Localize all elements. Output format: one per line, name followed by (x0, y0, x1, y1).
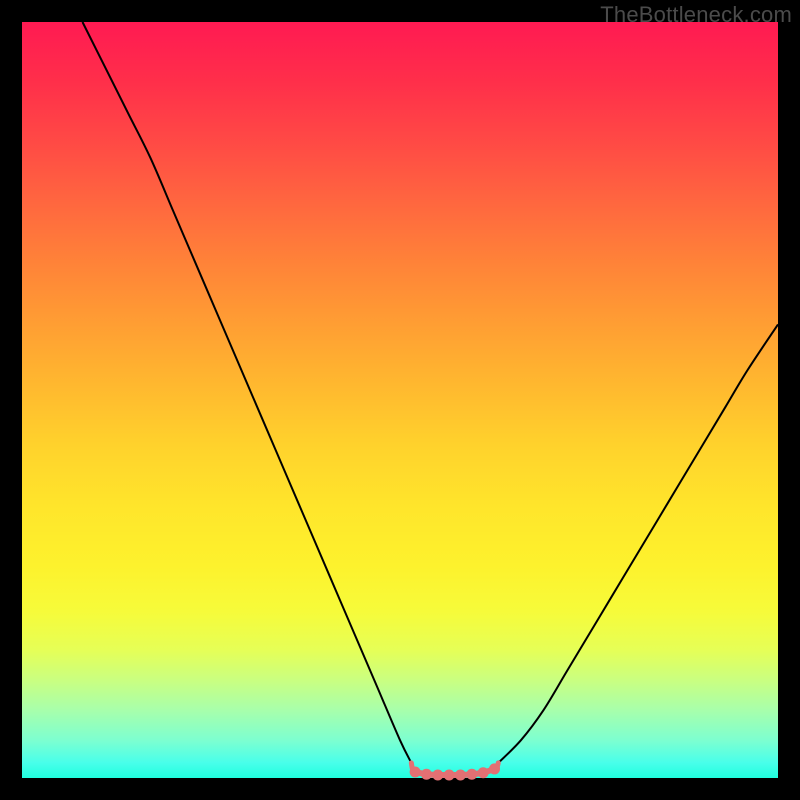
floor-dots-group (410, 763, 500, 781)
floor-dot (421, 769, 432, 780)
floor-dot (410, 766, 421, 777)
floor-dot (478, 767, 489, 778)
floor-dot (432, 769, 443, 780)
floor-dot (466, 769, 477, 780)
left-branch-curve (82, 22, 411, 763)
floor-dot (444, 769, 455, 780)
right-branch-curve (498, 324, 778, 762)
watermark-text: TheBottleneck.com (600, 2, 792, 28)
floor-dot (455, 769, 466, 780)
plot-area (22, 22, 778, 778)
chart-frame: TheBottleneck.com (0, 0, 800, 800)
chart-svg (22, 22, 778, 778)
